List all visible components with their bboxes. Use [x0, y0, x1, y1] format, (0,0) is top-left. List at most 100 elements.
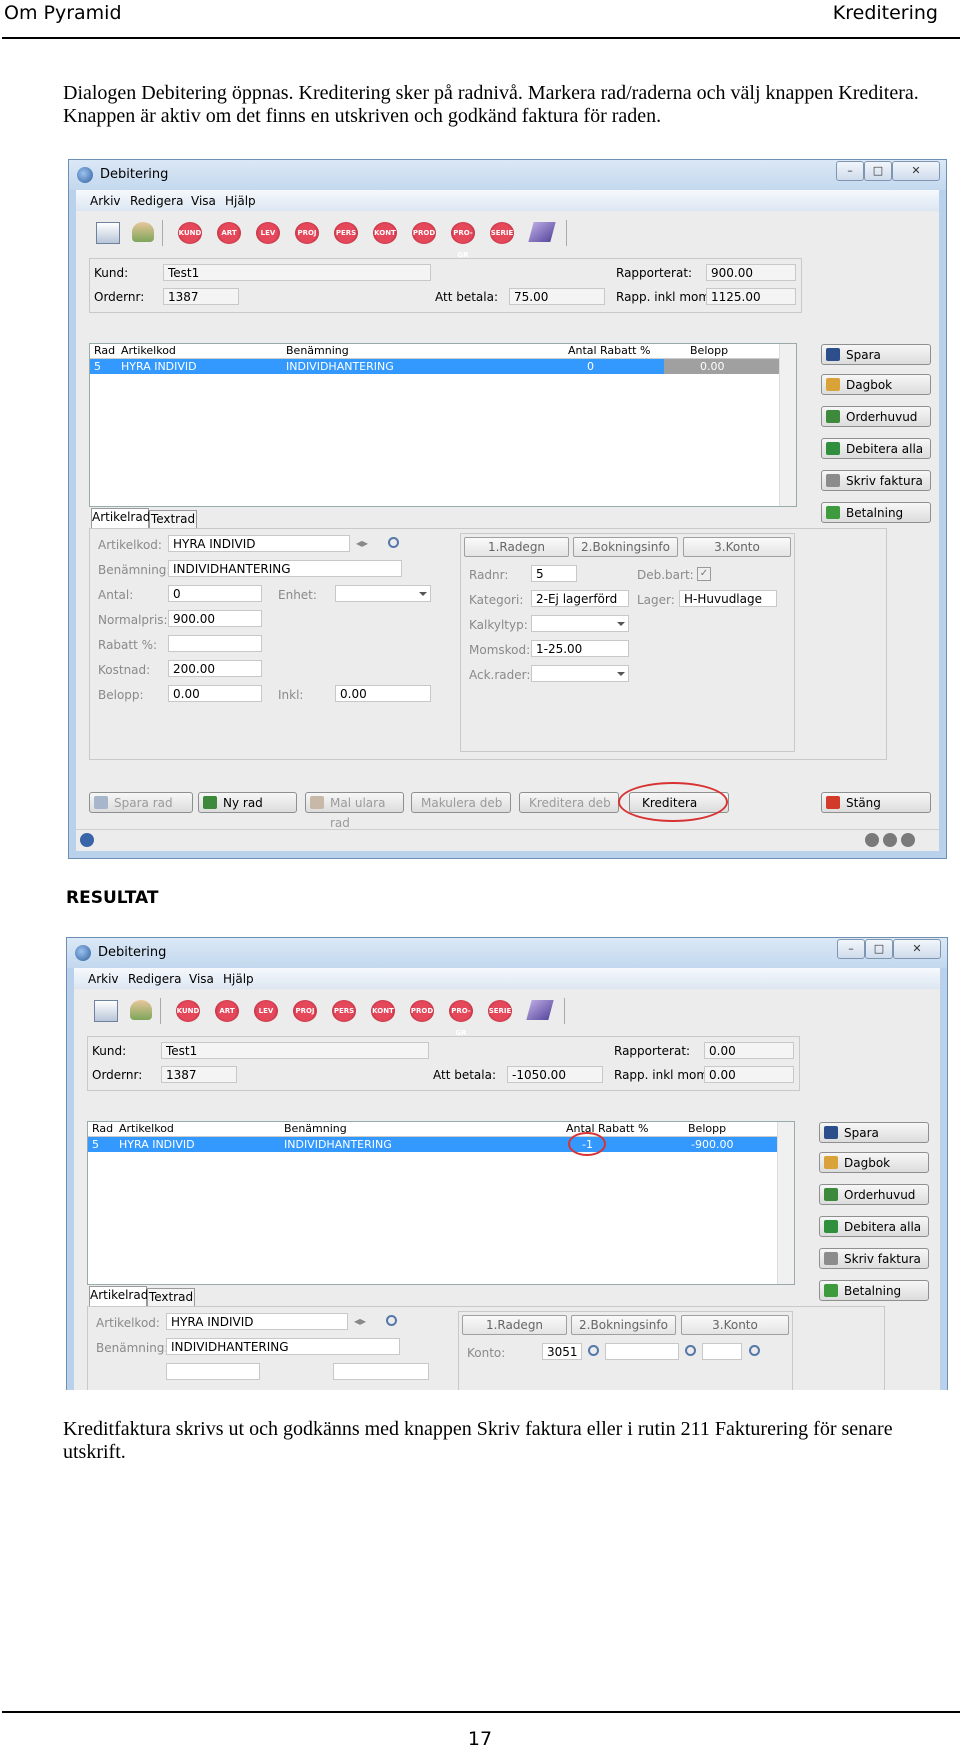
- menu-visa[interactable]: Visa: [191, 194, 216, 208]
- col-rad[interactable]: Rad: [92, 1122, 113, 1135]
- spara-button[interactable]: Spara: [819, 1122, 929, 1143]
- kreditera-deb-button[interactable]: Kreditera deb: [519, 792, 619, 813]
- rapp-inkl-field[interactable]: 0.00: [704, 1066, 794, 1083]
- tab-artikelrad[interactable]: Artikelrad: [89, 1286, 148, 1306]
- spara-button[interactable]: Spara: [821, 344, 931, 365]
- kont-icon[interactable]: KONT: [371, 1000, 395, 1022]
- debbart-checkbox[interactable]: ✓: [697, 567, 711, 581]
- konto-field-3[interactable]: [702, 1343, 742, 1360]
- enhet-select[interactable]: [335, 585, 431, 602]
- dagbok-button[interactable]: Dagbok: [819, 1152, 929, 1173]
- pers-icon[interactable]: PERS: [332, 1000, 356, 1022]
- betalning-button[interactable]: Betalning: [819, 1280, 929, 1301]
- antal-field[interactable]: [166, 1363, 260, 1380]
- kont-icon[interactable]: KONT: [373, 222, 397, 244]
- grid-scrollbar[interactable]: [777, 1122, 794, 1284]
- order-rows-grid[interactable]: Rad Artikelkod Benämning Antal Rabatt % …: [89, 343, 797, 507]
- tab-textrad[interactable]: Textrad: [147, 1288, 195, 1306]
- col-rad[interactable]: Rad: [94, 344, 115, 357]
- kund-icon[interactable]: KUND: [178, 222, 202, 244]
- table-row[interactable]: 5 HYRA INDIVID INDIVIDHANTERING 0: [90, 359, 664, 374]
- search-icon[interactable]: [749, 1345, 760, 1356]
- table-row-belopp[interactable]: 0.00: [664, 359, 779, 374]
- antal-field[interactable]: 0: [168, 585, 262, 602]
- kostnad-field[interactable]: 200.00: [168, 660, 262, 677]
- serie-icon[interactable]: SERIE: [488, 1000, 512, 1022]
- rapporterat-field[interactable]: 0.00: [704, 1042, 794, 1059]
- nav-arrows-icon[interactable]: ◂▸: [354, 1314, 366, 1328]
- subtab-konto[interactable]: 3.Konto: [681, 1315, 789, 1335]
- menu-redigera[interactable]: Redigera: [128, 972, 181, 986]
- minimize-button[interactable]: –: [837, 939, 865, 959]
- ny-rad-button[interactable]: Ny rad: [198, 792, 297, 813]
- benamning-field[interactable]: INDIVIDHANTERING: [168, 560, 402, 577]
- col-benamning[interactable]: Benämning: [286, 344, 349, 357]
- pro-gr-icon[interactable]: PRO-GR: [449, 1000, 473, 1037]
- betalning-button[interactable]: Betalning: [821, 502, 931, 523]
- add-user-icon[interactable]: [132, 222, 154, 242]
- debitera-alla-button[interactable]: Debitera alla: [821, 438, 931, 459]
- inkl-field[interactable]: 0.00: [335, 685, 431, 702]
- tab-artikelrad[interactable]: Artikelrad: [91, 508, 150, 528]
- book-icon[interactable]: [528, 222, 556, 242]
- order-rows-grid[interactable]: Rad Artikelkod Benämning Antal Rabatt % …: [87, 1121, 795, 1285]
- makulera-deb-button[interactable]: Makulera deb: [411, 792, 511, 813]
- normalpris-field[interactable]: 900.00: [168, 610, 262, 627]
- col-antal[interactable]: Antal: [568, 344, 597, 357]
- prod-icon[interactable]: PROD: [412, 222, 436, 244]
- rapp-inkl-field[interactable]: 1125.00: [706, 288, 796, 305]
- menu-arkiv[interactable]: Arkiv: [90, 194, 121, 208]
- att-betala-field[interactable]: 75.00: [509, 288, 605, 305]
- lev-icon[interactable]: LEV: [254, 1000, 278, 1022]
- grid-scrollbar[interactable]: [779, 344, 796, 506]
- konto-field[interactable]: 3051: [542, 1343, 582, 1360]
- orderhuvud-button[interactable]: Orderhuvud: [819, 1184, 929, 1205]
- skriv-faktura-button[interactable]: Skriv faktura: [819, 1248, 929, 1269]
- konto-field-2[interactable]: [605, 1343, 679, 1360]
- ackrader-select[interactable]: [531, 665, 629, 682]
- menu-arkiv[interactable]: Arkiv: [88, 972, 119, 986]
- menu-hjalp[interactable]: Hjälp: [223, 972, 254, 986]
- orderhuvud-button[interactable]: Orderhuvud: [821, 406, 931, 427]
- artikelkod-field[interactable]: HYRA INDIVID: [168, 535, 350, 552]
- kund-icon[interactable]: KUND: [176, 1000, 200, 1022]
- pro-gr-icon[interactable]: PRO-GR: [451, 222, 475, 259]
- document-icon[interactable]: [96, 222, 120, 244]
- menu-visa[interactable]: Visa: [189, 972, 214, 986]
- momskod-select[interactable]: 1-25.00: [531, 640, 629, 657]
- art-icon[interactable]: ART: [215, 1000, 239, 1022]
- menu-hjalp[interactable]: Hjälp: [225, 194, 256, 208]
- subtab-konto[interactable]: 3.Konto: [683, 537, 791, 557]
- maximize-button[interactable]: □: [865, 939, 893, 959]
- col-belopp[interactable]: Belopp: [688, 1122, 726, 1135]
- nav-arrows-icon[interactable]: ◂▸: [356, 536, 368, 550]
- rabatt-field[interactable]: [168, 635, 262, 652]
- col-artikelkod[interactable]: Artikelkod: [121, 344, 176, 357]
- artikelkod-field[interactable]: HYRA INDIVID: [166, 1313, 348, 1330]
- mal-ulara-rad-button[interactable]: Mal ulara rad: [305, 792, 404, 830]
- dagbok-button[interactable]: Dagbok: [821, 374, 931, 395]
- close-window-button[interactable]: ✕: [892, 161, 940, 181]
- belopp-field[interactable]: 0.00: [168, 685, 262, 702]
- maximize-button[interactable]: □: [864, 161, 892, 181]
- subtab-radegn[interactable]: 1.Radegn: [462, 1315, 567, 1335]
- pers-icon[interactable]: PERS: [334, 222, 358, 244]
- art-icon[interactable]: ART: [217, 222, 241, 244]
- col-benamning[interactable]: Benämning: [284, 1122, 347, 1135]
- minimize-button[interactable]: –: [836, 161, 864, 181]
- rapporterat-field[interactable]: 900.00: [706, 264, 796, 281]
- document-icon[interactable]: [94, 1000, 118, 1022]
- search-icon[interactable]: [388, 537, 399, 548]
- search-icon[interactable]: [386, 1315, 397, 1326]
- ordernr-field[interactable]: 1387: [163, 288, 239, 305]
- radnr-field[interactable]: 5: [531, 565, 577, 582]
- serie-icon[interactable]: SERIE: [490, 222, 514, 244]
- att-betala-field[interactable]: -1050.00: [507, 1066, 603, 1083]
- kategori-select[interactable]: 2-Ej lagerförd: [531, 590, 629, 607]
- benamning-field[interactable]: INDIVIDHANTERING: [166, 1338, 400, 1355]
- kalkyltyp-select[interactable]: [531, 615, 629, 632]
- debitera-alla-button[interactable]: Debitera alla: [819, 1216, 929, 1237]
- subtab-bokningsinfo[interactable]: 2.Bokningsinfo: [573, 537, 678, 557]
- kund-field[interactable]: Test1: [163, 264, 431, 281]
- skriv-faktura-button[interactable]: Skriv faktura: [821, 470, 931, 491]
